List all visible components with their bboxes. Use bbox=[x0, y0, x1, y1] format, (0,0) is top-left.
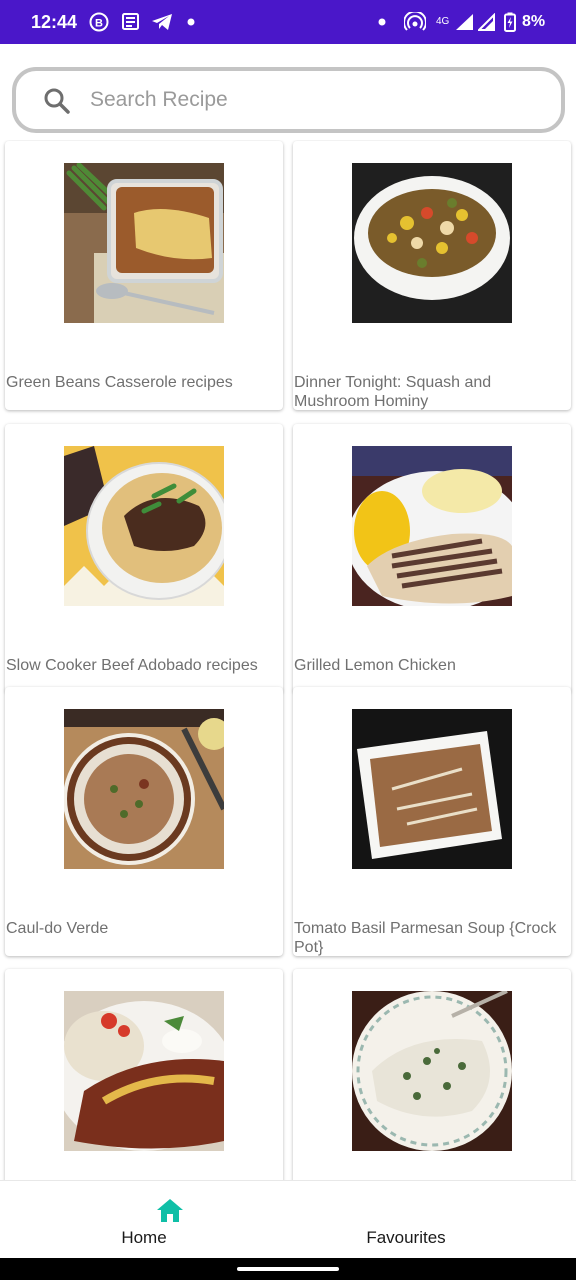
search-input[interactable] bbox=[90, 83, 530, 117]
network-type-label: 4G bbox=[436, 16, 450, 27]
telegram-icon bbox=[151, 13, 173, 31]
recipe-card[interactable]: Grilled Lemon Chicken bbox=[293, 424, 571, 693]
recipe-title: Dinner Tonight: Squash and Mushroom Homi… bbox=[294, 374, 492, 410]
system-gesture-bar bbox=[0, 1258, 576, 1280]
home-icon bbox=[156, 1197, 184, 1228]
recipe-card[interactable]: Dinner Tonight: Squash and Mushroom Homi… bbox=[293, 141, 571, 410]
home-gesture-handle[interactable] bbox=[237, 1267, 339, 1271]
notification-dot-icon bbox=[378, 13, 386, 31]
recipe-card[interactable] bbox=[5, 969, 283, 1180]
recipe-title: Tomato Basil Parmesan Soup {Crock Pot} bbox=[294, 920, 557, 956]
recipe-title: Slow Cooker Beef Adobado recipes bbox=[6, 657, 258, 674]
tomato-soup-photo bbox=[352, 709, 512, 869]
recipe-title: Green Beans Casserole recipes bbox=[6, 374, 233, 391]
squash-bowl-photo bbox=[352, 163, 512, 323]
recipe-card[interactable]: Green Beans Casserole recipes bbox=[5, 141, 283, 410]
battery-icon bbox=[504, 12, 516, 32]
notification-dot-icon bbox=[187, 13, 195, 31]
news-icon bbox=[120, 13, 140, 31]
enchilada-photo bbox=[64, 991, 224, 1151]
signal-icon bbox=[455, 13, 475, 31]
search-icon bbox=[42, 86, 72, 116]
bottom-navigation: Home Favourites bbox=[0, 1180, 576, 1258]
b-badge-icon: B bbox=[89, 12, 109, 32]
recipe-title: Caul-do Verde bbox=[6, 920, 109, 937]
beef-taco-photo bbox=[64, 446, 224, 606]
battery-percent: 8% bbox=[522, 13, 546, 30]
signal-icon bbox=[478, 13, 496, 31]
recipe-grid[interactable]: Green Beans Casserole recipes Dinner Ton… bbox=[0, 140, 576, 1180]
recipe-card[interactable]: Slow Cooker Beef Adobado recipes bbox=[5, 424, 283, 693]
status-bar: 12:44 B 4G 8% bbox=[0, 0, 576, 44]
creamy-chicken-photo bbox=[352, 991, 512, 1151]
recipe-card[interactable]: Tomato Basil Parmesan Soup {Crock Pot} bbox=[293, 687, 571, 956]
search-bar[interactable] bbox=[12, 67, 565, 133]
nav-favourites[interactable]: Favourites bbox=[262, 1181, 550, 1259]
recipe-title: Grilled Lemon Chicken bbox=[294, 657, 456, 674]
recipe-card[interactable]: Caul-do Verde bbox=[5, 687, 283, 956]
recipe-card[interactable] bbox=[293, 969, 571, 1180]
soup-bowl-photo bbox=[64, 709, 224, 869]
nav-favourites-label: Favourites bbox=[366, 1228, 446, 1247]
hotspot-icon bbox=[404, 12, 426, 31]
nav-home-label: Home bbox=[121, 1228, 167, 1247]
status-time: 12:44 bbox=[31, 12, 78, 32]
grilled-chicken-photo bbox=[352, 446, 512, 606]
casserole-photo bbox=[64, 163, 224, 323]
svg-text:B: B bbox=[95, 18, 103, 30]
